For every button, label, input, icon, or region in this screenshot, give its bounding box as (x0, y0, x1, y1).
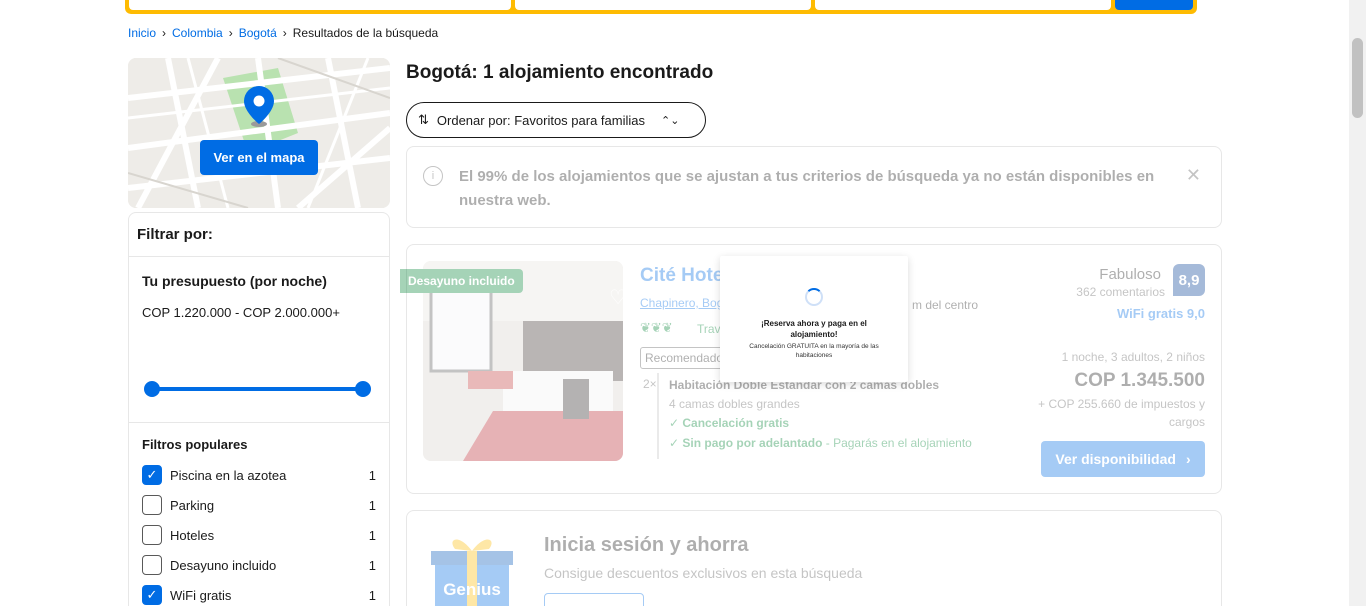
chevron-right-icon: › (282, 26, 287, 40)
filter-count: 1 (368, 497, 376, 513)
search-button[interactable] (1115, 0, 1193, 10)
filter-item[interactable]: Parking 1 (142, 490, 376, 520)
room-beds: 4 camas dobles grandes (669, 397, 800, 411)
filter-label: Desayuno incluido (170, 557, 277, 573)
filter-item[interactable]: Hoteles 1 (142, 520, 376, 550)
checkbox[interactable] (142, 495, 162, 515)
availability-notice: i El 99% de los alojamientos que se ajus… (406, 146, 1222, 228)
hotel-distance: m del centro (912, 298, 979, 312)
breakfast-ribbon: Desayuno incluido (400, 269, 523, 293)
genius-gift-icon: Genius (431, 539, 513, 606)
price: COP 1.345.500 (1074, 370, 1205, 391)
filters-panel: Filtrar por: Tu presupuesto (por noche) … (128, 212, 390, 606)
loader-subtitle: Cancelación GRATUITA en la mayoría de la… (749, 343, 879, 359)
filter-label: Hoteles (170, 527, 215, 543)
scrollbar-thumb[interactable] (1352, 38, 1363, 118)
page-scrollbar[interactable] (1349, 0, 1366, 606)
sort-label: Ordenar por: Favoritos para familias (436, 112, 645, 128)
sustainability-leaves-icon: ❦❦❦ (640, 320, 673, 335)
chevron-right-icon: › (1185, 451, 1191, 467)
budget-slider-max-handle[interactable] (355, 381, 371, 397)
filter-count: 1 (368, 557, 376, 573)
filter-count: 1 (368, 467, 376, 483)
taxes-info: + COP 255.660 de impuestos y cargos (1038, 397, 1205, 429)
checkbox[interactable] (142, 555, 162, 575)
checkbox[interactable] (142, 525, 162, 545)
popular-filters-title: Filtros populares (142, 437, 248, 452)
filter-label: Piscina en la azotea (170, 467, 287, 483)
breadcrumb-city[interactable]: Bogotá (239, 26, 277, 40)
filter-item[interactable]: Desayuno incluido 1 (142, 550, 376, 580)
button-label: Ver disponibilidad (1055, 451, 1176, 467)
see-availability-button[interactable]: Ver disponibilidad › (1041, 441, 1205, 477)
filter-label: WiFi gratis (170, 587, 232, 603)
guests-input[interactable] (815, 0, 1111, 10)
breadcrumb-current: Resultados de la búsqueda (292, 26, 439, 40)
filter-item[interactable]: ✓ WiFi gratis 1 (142, 580, 376, 606)
room-quantity: 2× (643, 377, 657, 391)
score-label: Fabuloso (1099, 266, 1161, 283)
filter-count: 1 (368, 587, 376, 603)
chevron-right-icon: › (228, 26, 233, 40)
check-icon: ✓ (669, 436, 683, 450)
genius-title: Inicia sesión y ahorra (544, 534, 749, 556)
room-divider (657, 373, 659, 459)
budget-slider-min-handle[interactable] (144, 381, 160, 397)
results-title: Bogotá: 1 alojamiento encontrado (406, 62, 714, 83)
review-count: 362 comentarios (1076, 285, 1165, 299)
chevron-updown-icon: ⌃⌄ (661, 114, 680, 127)
genius-subtitle: Consigue descuentos exclusivos en esta b… (544, 565, 863, 581)
loading-spinner-icon (805, 288, 823, 306)
close-icon[interactable]: ✕ (1186, 165, 1201, 227)
sort-arrows-icon: ⇅ (418, 112, 429, 127)
filters-title: Filtrar por: (129, 213, 389, 257)
budget-filter: Tu presupuesto (por noche) COP 1.220.000… (129, 257, 389, 423)
checkbox-checked[interactable]: ✓ (142, 585, 162, 605)
search-bar (125, 0, 1197, 14)
destination-input[interactable] (129, 0, 511, 10)
filter-label: Parking (170, 497, 215, 513)
genius-banner: Genius Inicia sesión y ahorra Consigue d… (406, 510, 1222, 606)
perk-label: Sin pago por adelantado (682, 436, 823, 450)
stay-details: 1 noche, 3 adultos, 2 niños (1061, 350, 1205, 364)
budget-range: COP 1.220.000 - COP 2.000.000+ (142, 305, 340, 320)
map-illustration (128, 58, 390, 208)
notice-text: El 99% de los alojamientos que se ajusta… (459, 168, 1155, 209)
loader-title: ¡Reserva ahora y paga en el alojamiento! (761, 319, 867, 339)
genius-logo-text: Genius (443, 580, 501, 599)
view-map-button[interactable]: Ver en el mapa (200, 140, 318, 175)
hotel-location-link[interactable]: Chapinero, Bog (640, 296, 723, 310)
review-score-badge: 8,9 (1173, 264, 1205, 296)
popular-filters: Filtros populares ✓ Piscina en la azotea… (129, 423, 389, 606)
budget-slider-track[interactable] (152, 387, 363, 391)
dates-input[interactable] (515, 0, 811, 10)
filter-item[interactable]: ✓ Piscina en la azotea 1 (142, 460, 376, 490)
budget-title: Tu presupuesto (por noche) (142, 273, 327, 289)
check-icon: ✓ (669, 416, 683, 430)
hotel-name[interactable]: Cité Hote (640, 265, 723, 287)
loading-popup: ¡Reserva ahora y paga en el alojamiento!… (720, 256, 908, 382)
breadcrumb-country[interactable]: Colombia (172, 26, 223, 40)
breadcrumb: Inicio › Colombia › Bogotá › Resultados … (128, 26, 438, 40)
chevron-right-icon: › (162, 26, 167, 40)
sort-dropdown[interactable]: ⇅ Ordenar por: Favoritos para familias ⌃… (406, 102, 706, 138)
checkbox-checked[interactable]: ✓ (142, 465, 162, 485)
no-prepayment: ✓ Sin pago por adelantado - Pagarás en e… (669, 436, 972, 450)
info-icon: i (423, 166, 443, 186)
free-cancellation: ✓ Cancelación gratis (669, 416, 789, 430)
heart-icon[interactable]: ♡ (609, 285, 623, 309)
recommended-badge: Recomendado (640, 347, 729, 369)
genius-sign-in-button[interactable] (544, 593, 644, 606)
breadcrumb-home[interactable]: Inicio (128, 26, 156, 40)
filter-count: 1 (368, 527, 376, 543)
wifi-score: WiFi gratis 9,0 (1116, 306, 1205, 321)
perk-detail: - Pagarás en el alojamiento (822, 436, 972, 450)
perk-label: Cancelación gratis (682, 416, 790, 430)
map-preview[interactable]: Ver en el mapa (128, 58, 390, 208)
